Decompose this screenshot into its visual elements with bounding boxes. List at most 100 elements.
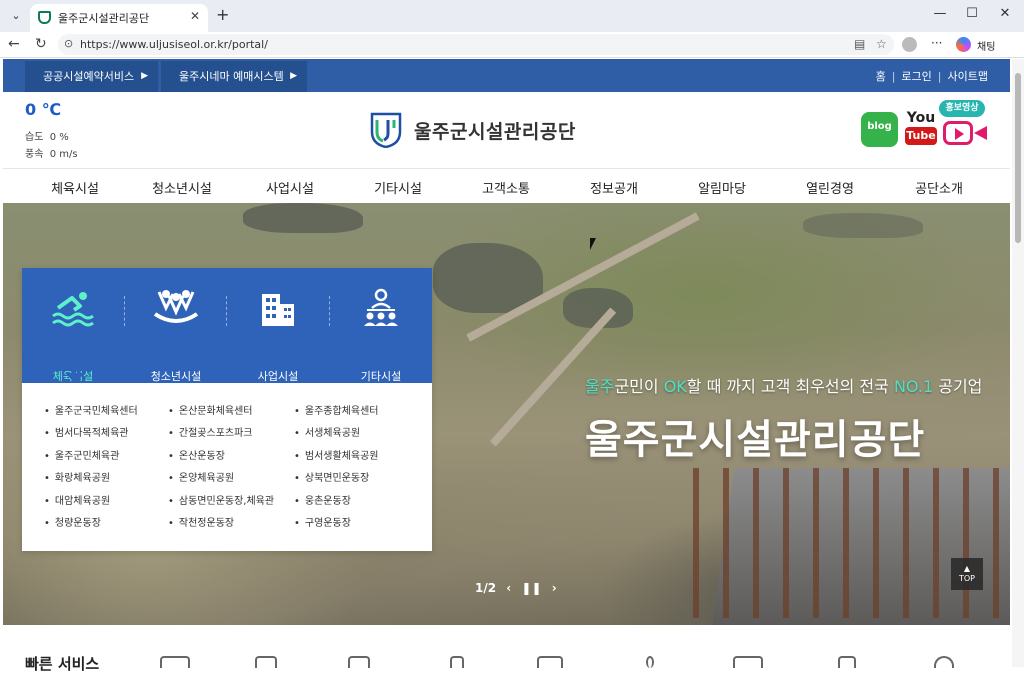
facility-link[interactable]: 화랑체육공원 <box>44 469 138 491</box>
back-arrow-icon[interactable]: ← <box>8 36 20 52</box>
login-link[interactable]: 로그인 <box>901 70 931 83</box>
site-logo-text[interactable]: 울주군시설관리공단 <box>414 117 576 144</box>
wind-value: 0 m/s <box>49 149 78 160</box>
quick-service-icon[interactable] <box>646 656 654 668</box>
nav-customer-communication[interactable]: 고객소통 <box>456 178 556 197</box>
url-field[interactable]: ⊙ https://www.uljusiseol.or.kr/portal/ ▤… <box>58 34 894 55</box>
facility-link[interactable]: 청량운동장 <box>44 514 138 536</box>
quick-service-icon[interactable] <box>838 656 856 668</box>
group-icon <box>364 288 398 326</box>
address-bar-row: ← ↻ ⊙ https://www.uljusiseol.or.kr/porta… <box>0 32 1024 58</box>
nav-information-disclosure[interactable]: 정보공개 <box>564 178 664 197</box>
nav-sports-facilities[interactable]: 체육시설 <box>25 178 125 197</box>
facility-link[interactable]: 온산운동장 <box>168 447 274 469</box>
promo-video-badge[interactable]: 홍보영상 <box>939 100 985 117</box>
reload-icon[interactable]: ↻ <box>35 36 47 52</box>
site-logo-icon[interactable] <box>370 112 402 148</box>
arrow-right-icon: ▶ <box>290 71 297 81</box>
close-tab-icon[interactable]: ✕ <box>190 9 200 23</box>
youtube-you-text: You <box>906 110 936 126</box>
facility-link[interactable]: 구영운동장 <box>294 514 379 536</box>
nav-business-facilities[interactable]: 사업시설 <box>240 178 340 197</box>
tab-youth-facilities[interactable]: 청소년시설 <box>125 288 227 384</box>
tab-youth-label: 청소년시설 <box>150 370 202 383</box>
tab-list-chevron-icon[interactable]: ⌄ <box>6 6 26 26</box>
sitemap-link[interactable]: 사이트맵 <box>948 70 988 83</box>
facility-link[interactable]: 울주군국민체육센터 <box>44 402 138 424</box>
quick-service-icon[interactable] <box>450 656 464 668</box>
new-tab-plus-icon[interactable]: + <box>216 5 229 24</box>
youtube-icon[interactable]: You Tube <box>904 109 938 149</box>
reader-mode-icon[interactable]: ▤ <box>854 37 865 51</box>
facility-link[interactable]: 범서다목적체육관 <box>44 424 138 446</box>
facility-link[interactable]: 삼동면민운동장,체육관 <box>168 492 274 514</box>
hero-sub-highlight: 울주 <box>585 377 615 396</box>
quick-service-icon[interactable] <box>537 656 563 668</box>
active-tab-pointer <box>65 373 85 383</box>
next-slide-icon[interactable]: › <box>552 581 557 595</box>
main-navigation: 체육시설 청소년시설 사업시설 기타시설 고객소통 정보공개 알림마당 열린경영… <box>3 168 1010 203</box>
facility-list-col1: 울주군국민체육센터 범서다목적체육관 울주군민체육관 화랑체육공원 대암체육공원… <box>44 402 138 536</box>
promo-video-play-icon[interactable] <box>943 121 973 145</box>
site-info-icon[interactable]: ⊙ <box>64 37 73 50</box>
quick-service-icon[interactable] <box>255 656 277 668</box>
scrollbar-thumb[interactable] <box>1015 73 1021 243</box>
quick-service-icon[interactable] <box>348 656 370 668</box>
facility-list-col3: 울주종합체육센터 서생체육공원 범서생활체육공원 상북면민운동장 웅촌운동장 구… <box>294 402 379 536</box>
nav-other-facilities[interactable]: 기타시설 <box>348 178 448 197</box>
facility-link[interactable]: 대암체육공원 <box>44 492 138 514</box>
minimize-icon[interactable]: — <box>925 6 955 21</box>
facility-link[interactable]: 작천정운동장 <box>168 514 274 536</box>
facility-link[interactable]: 온양체육공원 <box>168 469 274 491</box>
facility-link[interactable]: 온산문화체육센터 <box>168 402 274 424</box>
facility-link[interactable]: 상북면민운동장 <box>294 469 379 491</box>
tab-sports-facilities[interactable]: 체육시설 <box>22 288 124 384</box>
quick-service-icon[interactable] <box>733 656 763 668</box>
page-scrollbar[interactable] <box>1012 59 1024 667</box>
facility-link[interactable]: 울주군민체육관 <box>44 447 138 469</box>
favorite-star-icon[interactable]: ☆ <box>876 37 887 51</box>
more-options-icon[interactable]: ··· <box>931 36 942 50</box>
facility-reservation-button[interactable]: 공공시설예약서비스 ▶ <box>25 61 158 92</box>
chat-label[interactable]: 채팅 <box>977 38 995 53</box>
cinema-booking-button[interactable]: 울주시네마 예매시스템 ▶ <box>161 61 307 92</box>
facility-link[interactable]: 간절곶스포츠파크 <box>168 424 274 446</box>
prev-slide-icon[interactable]: ‹ <box>506 581 511 595</box>
maximize-icon[interactable]: ☐ <box>957 6 987 21</box>
facility-link[interactable]: 서생체육공원 <box>294 424 379 446</box>
scroll-top-label: TOP <box>958 574 975 583</box>
facility-link[interactable]: 웅촌운동장 <box>294 492 379 514</box>
tab-business-facilities[interactable]: 사업시설 <box>227 288 329 384</box>
browser-tab[interactable]: 울주군시설관리공단 ✕ <box>30 4 208 32</box>
nav-notice[interactable]: 알림마당 <box>672 178 772 197</box>
quick-service-icon[interactable] <box>934 656 954 668</box>
humidity-label: 습도 <box>25 132 44 143</box>
pause-slide-icon[interactable]: ❚❚ <box>521 581 541 595</box>
profile-avatar[interactable] <box>902 37 917 52</box>
hero-sub-highlight: NO.1 <box>893 377 934 396</box>
blog-icon[interactable]: blog <box>861 112 898 147</box>
nav-youth-facilities[interactable]: 청소년시설 <box>132 178 232 197</box>
facility-link[interactable]: 울주종합체육센터 <box>294 402 379 424</box>
weather-temperature: 0 ℃ <box>25 100 62 119</box>
nav-open-management[interactable]: 열린경영 <box>780 178 880 197</box>
hero-rock <box>803 213 923 238</box>
home-link[interactable]: 홈 <box>876 70 886 83</box>
hero-railing <box>693 468 1010 618</box>
scroll-top-button[interactable]: ▲ TOP <box>951 558 983 590</box>
facility-link[interactable]: 범서생활체육공원 <box>294 447 379 469</box>
hero-subtitle: 울주군민이 OK할 때 까지 고객 최우선의 전국 NO.1 공기업 <box>585 373 982 397</box>
hero-rock <box>243 203 363 233</box>
humidity-row: 습도 0 % <box>25 128 69 143</box>
wind-row: 풍속 0 m/s <box>25 145 78 160</box>
tab-other-facilities[interactable]: 기타시설 <box>330 288 432 384</box>
facility-list-col2: 온산문화체육센터 간절곶스포츠파크 온산운동장 온양체육공원 삼동면민운동장,체… <box>168 402 274 536</box>
nav-about[interactable]: 공단소개 <box>889 178 989 197</box>
hero-title: 울주군시설관리공단 <box>585 417 926 463</box>
window-close-icon[interactable]: ✕ <box>990 6 1020 21</box>
quick-service-icon[interactable] <box>160 656 190 668</box>
url-text[interactable]: https://www.uljusiseol.or.kr/portal/ <box>80 38 268 51</box>
mouse-cursor-icon <box>590 238 596 250</box>
tab-business-label: 사업시설 <box>257 370 299 383</box>
copilot-icon[interactable] <box>956 37 971 52</box>
